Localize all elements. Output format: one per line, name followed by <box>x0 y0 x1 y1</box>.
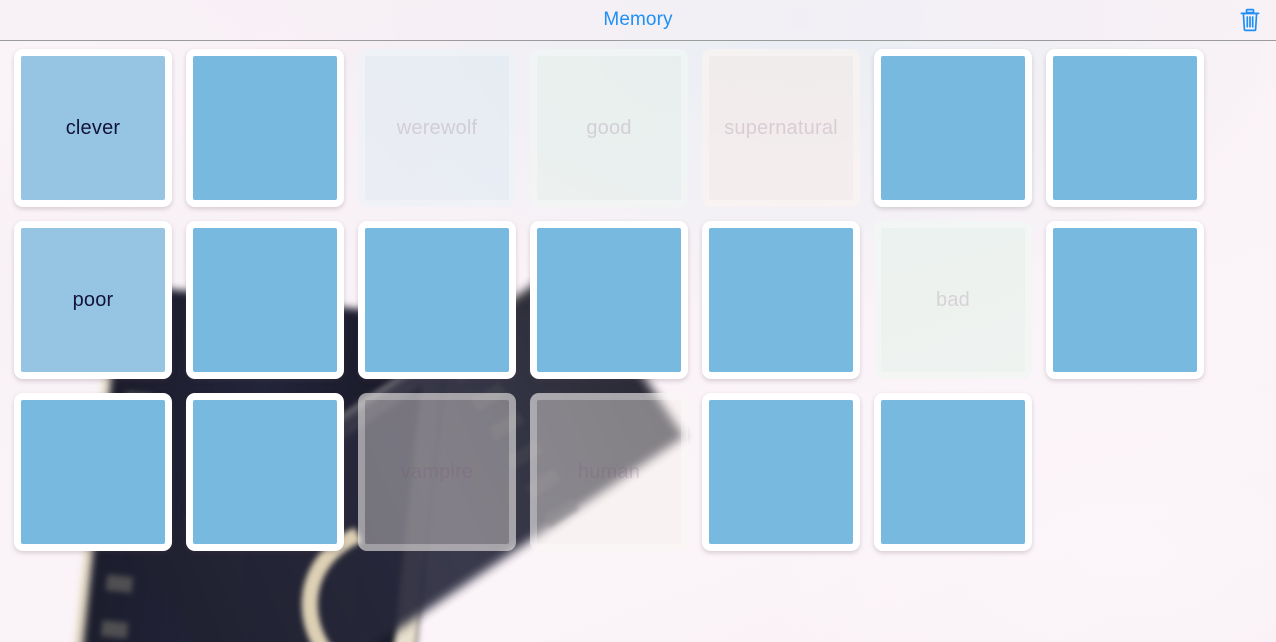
memory-card-label: bad <box>936 289 970 311</box>
memory-card-r1c6[interactable] <box>874 49 1032 207</box>
memory-card-r3c3: vampire <box>358 393 516 551</box>
page-title: Memory <box>603 9 673 30</box>
memory-card-label: good <box>586 117 632 139</box>
card-board: clever werewolf good supernatural poor bad vam… <box>0 41 1276 642</box>
memory-card-r3c6[interactable] <box>874 393 1032 551</box>
memory-card-r1c2[interactable] <box>186 49 344 207</box>
memory-card-label: werewolf <box>396 117 478 139</box>
memory-card-label: supernatural <box>724 117 838 139</box>
memory-card-r2c3[interactable] <box>358 221 516 379</box>
memory-card-r1c1[interactable]: clever <box>14 49 172 207</box>
memory-card-label: clever <box>65 117 121 139</box>
memory-card-r2c6: bad <box>874 221 1032 379</box>
memory-card-r3c4: human <box>530 393 688 551</box>
delete-button[interactable] <box>1232 2 1268 38</box>
memory-card-r1c4: good <box>530 49 688 207</box>
memory-card-r1c3: werewolf <box>358 49 516 207</box>
memory-card-label: poor <box>72 289 114 311</box>
memory-card-r3c1[interactable] <box>14 393 172 551</box>
memory-card-r1c7[interactable] <box>1046 49 1204 207</box>
header-bar: Memory <box>0 0 1276 41</box>
memory-card-r2c5[interactable] <box>702 221 860 379</box>
memory-card-label: vampire <box>400 461 474 483</box>
memory-card-label: human <box>577 461 641 483</box>
memory-card-r2c1[interactable]: poor <box>14 221 172 379</box>
memory-game-app: Memory clever werewolf good supernatural poo… <box>0 0 1276 642</box>
memory-card-r3c2[interactable] <box>186 393 344 551</box>
trash-icon <box>1239 8 1261 32</box>
memory-card-r1c5: supernatural <box>702 49 860 207</box>
memory-card-r2c2[interactable] <box>186 221 344 379</box>
memory-card-r3c5[interactable] <box>702 393 860 551</box>
memory-card-r2c4[interactable] <box>530 221 688 379</box>
memory-card-r2c7[interactable] <box>1046 221 1204 379</box>
